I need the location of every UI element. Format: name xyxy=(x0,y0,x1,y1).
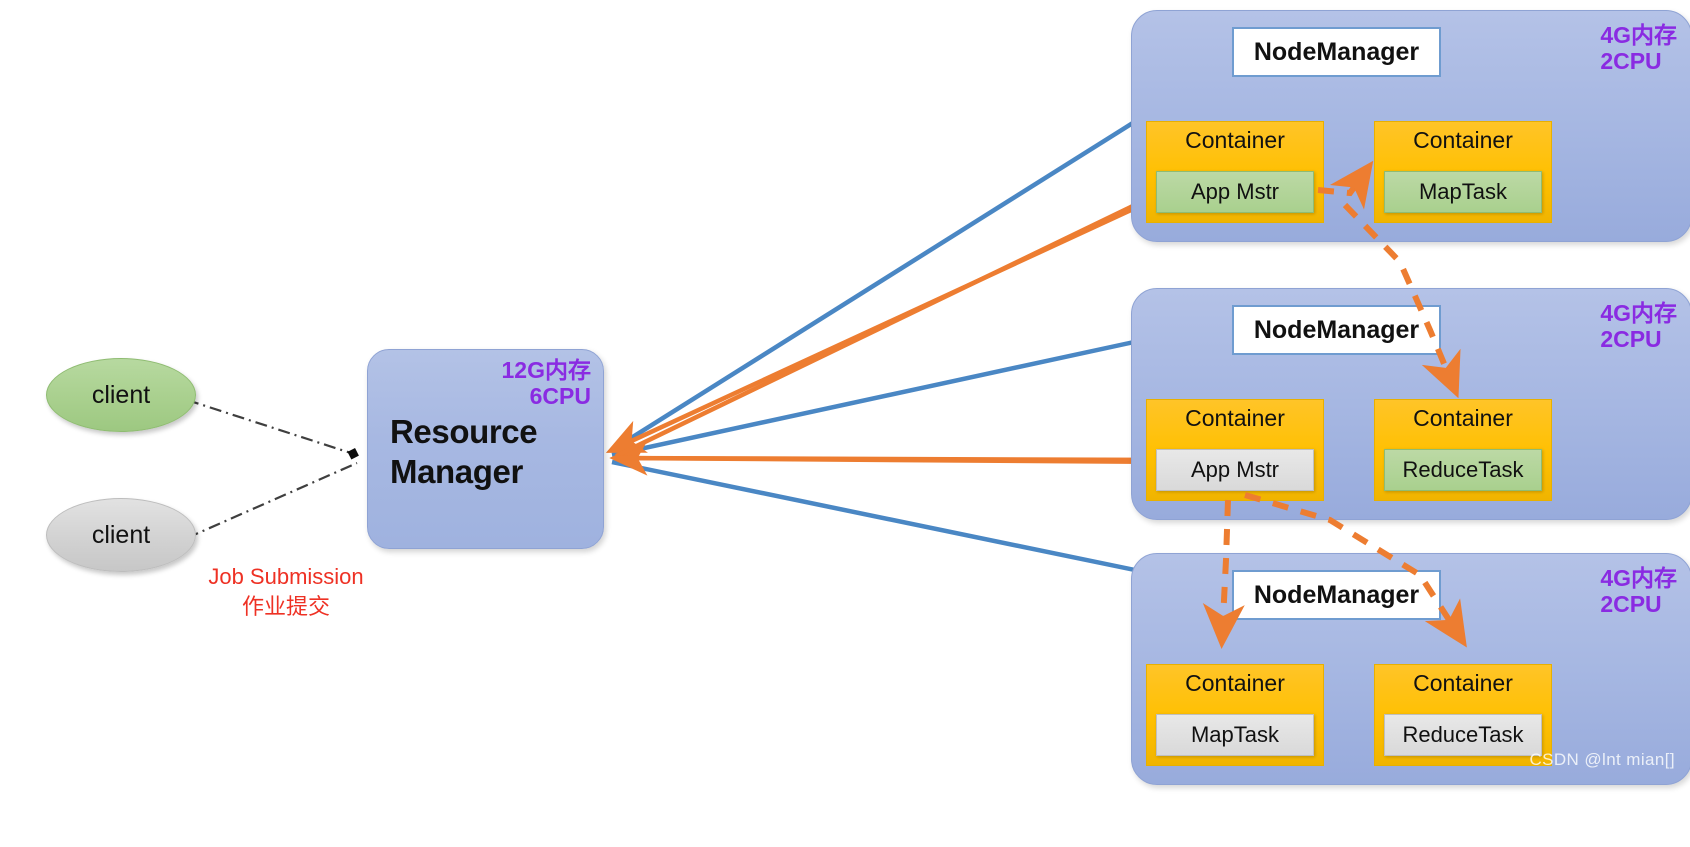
client-green[interactable]: client xyxy=(46,358,196,432)
container-2-2[interactable]: Container ReduceTask xyxy=(1374,399,1552,501)
node-manager-1-cpu: 2CPU xyxy=(1600,47,1662,74)
container-title: Container xyxy=(1413,405,1513,431)
task-reduce-task[interactable]: ReduceTask xyxy=(1384,714,1542,756)
node-manager-2-label: NodeManager xyxy=(1232,305,1441,355)
container-1-1[interactable]: Container App Mstr xyxy=(1146,121,1324,223)
container-2-1[interactable]: Container App Mstr xyxy=(1146,399,1324,501)
node-manager-2[interactable]: NodeManager 4G内存 2CPU Container App Mstr… xyxy=(1131,288,1690,520)
client-label: client xyxy=(91,520,151,549)
watermark: CSDN @lnt mian[] xyxy=(1529,750,1675,769)
node-manager-2-memory: 4G内存 xyxy=(1600,300,1677,326)
container-3-2[interactable]: Container ReduceTask xyxy=(1374,664,1552,766)
resource-manager-title-line1: Resource xyxy=(390,413,538,450)
job-submission-caption: Job Submission 作业提交 xyxy=(186,562,386,621)
node-manager-3[interactable]: NodeManager 4G内存 2CPU Container MapTask … xyxy=(1131,553,1690,785)
resource-manager-memory: 12G内存 xyxy=(501,357,591,383)
job-submission-label-en: Job Submission xyxy=(208,564,364,589)
node-manager-3-memory: 4G内存 xyxy=(1600,565,1677,591)
node-manager-3-label: NodeManager xyxy=(1232,570,1441,620)
task-app-mstr[interactable]: App Mstr xyxy=(1156,449,1314,491)
node-manager-1[interactable]: NodeManager 4G内存 2CPU Container App Mstr… xyxy=(1131,10,1690,242)
container-1-2[interactable]: Container MapTask xyxy=(1374,121,1552,223)
container-title: Container xyxy=(1413,127,1513,153)
appmaster-to-rm-arrows xyxy=(605,185,1177,480)
node-manager-1-memory: 4G内存 xyxy=(1600,22,1677,48)
node-manager-3-spec: 4G内存 2CPU xyxy=(1600,565,1677,618)
node-manager-2-cpu: 2CPU xyxy=(1600,325,1662,352)
client-gray[interactable]: client xyxy=(46,498,196,572)
client-label: client xyxy=(91,380,151,409)
task-map-task[interactable]: MapTask xyxy=(1156,714,1314,756)
resource-manager-cpu: 6CPU xyxy=(529,382,591,409)
container-3-1[interactable]: Container MapTask xyxy=(1146,664,1324,766)
node-manager-3-cpu: 2CPU xyxy=(1600,590,1662,617)
task-app-mstr[interactable]: App Mstr xyxy=(1156,171,1314,213)
task-map-task[interactable]: MapTask xyxy=(1384,171,1542,213)
resource-manager-box[interactable]: 12G内存 6CPU Resource Manager xyxy=(367,349,604,549)
node-manager-2-spec: 4G内存 2CPU xyxy=(1600,300,1677,353)
task-reduce-task[interactable]: ReduceTask xyxy=(1384,449,1542,491)
diagram-canvas: client client Job Submission 作业提交 12G内存 … xyxy=(0,0,1690,847)
container-title: Container xyxy=(1413,670,1513,696)
job-submission-label-zh: 作业提交 xyxy=(241,593,330,619)
container-title: Container xyxy=(1185,670,1285,696)
client-connectors xyxy=(186,398,359,540)
container-title: Container xyxy=(1185,127,1285,153)
resource-manager-title-line2: Manager xyxy=(390,453,523,491)
container-title: Container xyxy=(1185,405,1285,431)
node-manager-1-spec: 4G内存 2CPU xyxy=(1600,22,1677,75)
node-manager-1-label: NodeManager xyxy=(1232,27,1441,77)
resource-manager-spec: 12G内存 6CPU xyxy=(501,357,591,410)
resource-manager-title: Resource Manager xyxy=(390,412,538,493)
